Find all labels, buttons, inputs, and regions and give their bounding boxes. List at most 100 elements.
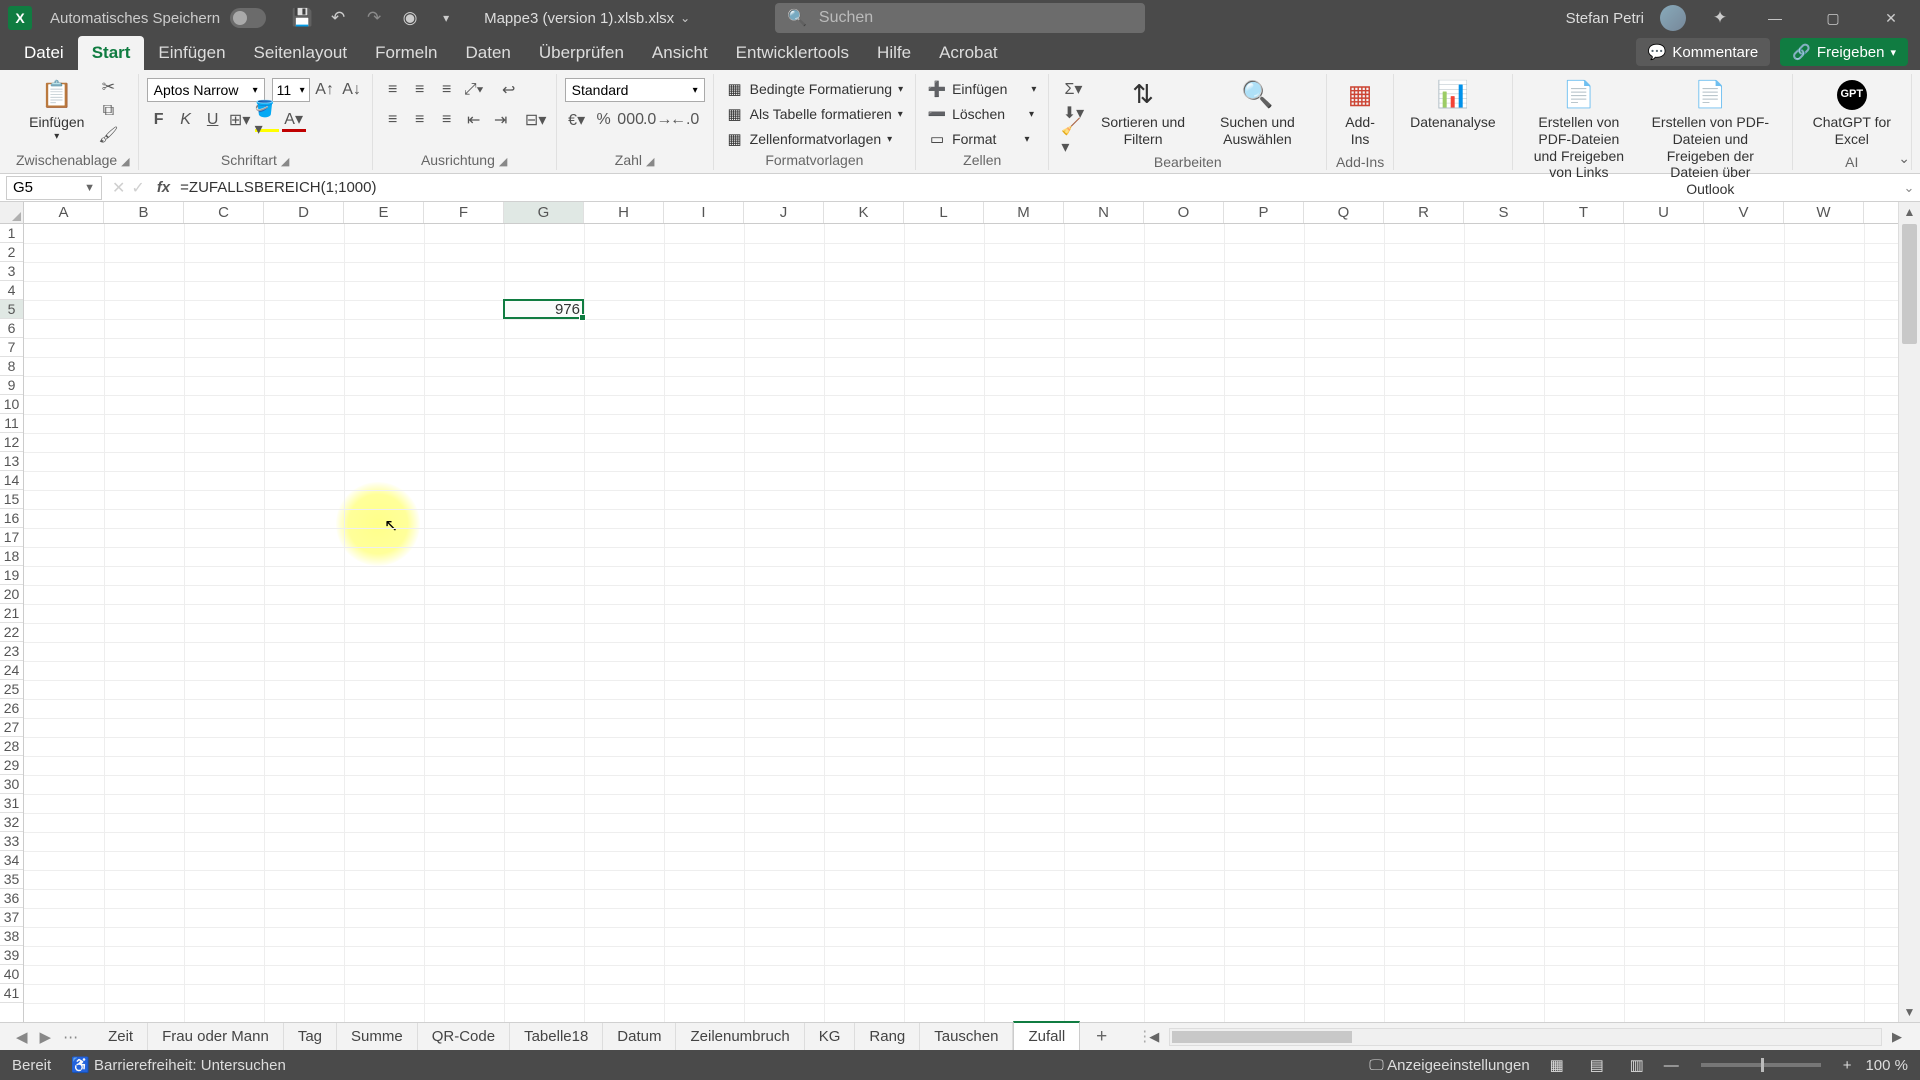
- minimize-button[interactable]: —: [1754, 0, 1796, 36]
- tab-ansicht[interactable]: Ansicht: [638, 36, 722, 70]
- italic-button[interactable]: K: [174, 108, 198, 132]
- align-center-icon[interactable]: ≡: [408, 108, 432, 132]
- decrease-decimal-icon[interactable]: ←.0: [673, 108, 697, 132]
- expand-formula-icon[interactable]: ⌄: [1898, 180, 1920, 196]
- sheet-tab[interactable]: Zeit: [94, 1023, 148, 1050]
- comments-button[interactable]: 💬Kommentare: [1636, 38, 1771, 66]
- clear-icon[interactable]: 🧹▾: [1061, 126, 1085, 148]
- align-left-icon[interactable]: ≡: [381, 108, 405, 132]
- column-header[interactable]: P: [1224, 202, 1304, 223]
- find-select-button[interactable]: 🔍Suchen und Auswählen: [1197, 74, 1318, 152]
- addins-button[interactable]: ▦Add-Ins: [1335, 74, 1385, 152]
- row-header[interactable]: 28: [0, 737, 23, 756]
- row-header[interactable]: 37: [0, 908, 23, 927]
- name-box[interactable]: G5▼: [6, 176, 102, 200]
- column-header[interactable]: V: [1704, 202, 1784, 223]
- row-header[interactable]: 19: [0, 566, 23, 585]
- align-middle-icon[interactable]: ≡: [408, 78, 432, 102]
- align-right-icon[interactable]: ≡: [435, 108, 459, 132]
- horizontal-scroll-thumb[interactable]: [1172, 1031, 1352, 1043]
- column-header[interactable]: K: [824, 202, 904, 223]
- column-header[interactable]: O: [1144, 202, 1224, 223]
- column-header[interactable]: C: [184, 202, 264, 223]
- align-bottom-icon[interactable]: ≡: [435, 78, 459, 102]
- column-header[interactable]: L: [904, 202, 984, 223]
- tab-formeln[interactable]: Formeln: [361, 36, 451, 70]
- sheet-tab[interactable]: Tauschen: [920, 1023, 1013, 1050]
- sheet-tab[interactable]: Zeilenumbruch: [676, 1023, 804, 1050]
- autosave-toggle[interactable]: [230, 8, 266, 28]
- close-button[interactable]: ✕: [1870, 0, 1912, 36]
- sheet-tab[interactable]: KG: [805, 1023, 856, 1050]
- redo-icon[interactable]: ↷: [362, 6, 386, 30]
- horizontal-scrollbar[interactable]: [1169, 1028, 1882, 1046]
- row-header[interactable]: 36: [0, 889, 23, 908]
- sheet-tab[interactable]: Datum: [603, 1023, 676, 1050]
- align-top-icon[interactable]: ≡: [381, 78, 405, 102]
- add-sheet-button[interactable]: +: [1080, 1026, 1123, 1048]
- tab-split-handle[interactable]: ⋮: [1137, 1027, 1145, 1047]
- increase-decimal-icon[interactable]: .0→: [646, 108, 670, 132]
- share-button[interactable]: 🔗Freigeben▾: [1780, 38, 1908, 66]
- row-header[interactable]: 7: [0, 338, 23, 357]
- row-headers[interactable]: 1234567891011121314151617181920212223242…: [0, 224, 24, 1022]
- underline-button[interactable]: U: [201, 108, 225, 132]
- select-all-corner[interactable]: [0, 202, 24, 224]
- column-header[interactable]: W: [1784, 202, 1864, 223]
- pdf-share-outlook-button[interactable]: 📄Erstellen von PDF-Dateien und Freigeben…: [1637, 74, 1784, 202]
- row-header[interactable]: 33: [0, 832, 23, 851]
- copy-icon[interactable]: ⧉: [96, 100, 120, 122]
- row-header[interactable]: 40: [0, 965, 23, 984]
- row-header[interactable]: 16: [0, 509, 23, 528]
- row-header[interactable]: 34: [0, 851, 23, 870]
- maximize-button[interactable]: ▢: [1812, 0, 1854, 36]
- wrap-text-icon[interactable]: ↩: [497, 78, 521, 102]
- undo-icon[interactable]: ↶: [326, 6, 350, 30]
- sheet-tab[interactable]: Rang: [855, 1023, 920, 1050]
- sheet-tab[interactable]: Tag: [284, 1023, 337, 1050]
- insert-cells-button[interactable]: ➕Einfügen▾: [924, 78, 1040, 100]
- cells-area[interactable]: ↖ 976: [24, 224, 1898, 1022]
- row-header[interactable]: 12: [0, 433, 23, 452]
- accessibility-status[interactable]: ♿ Barrierefreiheit: Untersuchen: [71, 1056, 286, 1074]
- scroll-down-icon[interactable]: ▼: [1899, 1002, 1920, 1022]
- row-header[interactable]: 27: [0, 718, 23, 737]
- row-header[interactable]: 35: [0, 870, 23, 889]
- data-analysis-button[interactable]: 📊Datenanalyse: [1402, 74, 1504, 135]
- zoom-out-button[interactable]: —: [1664, 1057, 1679, 1074]
- tab-file[interactable]: Datei: [10, 36, 78, 70]
- column-header[interactable]: T: [1544, 202, 1624, 223]
- column-header[interactable]: J: [744, 202, 824, 223]
- column-header[interactable]: D: [264, 202, 344, 223]
- merge-icon[interactable]: ⊟▾: [524, 108, 548, 132]
- number-launcher-icon[interactable]: ◢: [646, 156, 654, 168]
- increase-font-icon[interactable]: A↑: [313, 78, 337, 102]
- row-header[interactable]: 20: [0, 585, 23, 604]
- sheet-tab[interactable]: Summe: [337, 1023, 418, 1050]
- row-header[interactable]: 21: [0, 604, 23, 623]
- worksheet-grid[interactable]: ABCDEFGHIJKLMNOPQRSTUVW 1234567891011121…: [0, 202, 1920, 1022]
- user-name[interactable]: Stefan Petri: [1566, 10, 1644, 27]
- column-headers[interactable]: ABCDEFGHIJKLMNOPQRSTUVW: [24, 202, 1898, 224]
- decrease-font-icon[interactable]: A↓: [340, 78, 364, 102]
- row-header[interactable]: 13: [0, 452, 23, 471]
- indent-increase-icon[interactable]: ⇥: [489, 108, 513, 132]
- sheet-next-icon[interactable]: ▶: [40, 1028, 52, 1046]
- sheet-all-icon[interactable]: ⋯: [63, 1028, 78, 1046]
- qat-customize-icon[interactable]: ▾: [434, 6, 458, 30]
- row-header[interactable]: 17: [0, 528, 23, 547]
- hscroll-left-icon[interactable]: ◀: [1145, 1029, 1163, 1045]
- row-header[interactable]: 39: [0, 946, 23, 965]
- row-header[interactable]: 2: [0, 243, 23, 262]
- collapse-ribbon-icon[interactable]: ⌄: [1898, 150, 1910, 167]
- cell-styles-button[interactable]: ▦Zellenformatvorlagen▾: [722, 128, 897, 150]
- row-header[interactable]: 26: [0, 699, 23, 718]
- sheet-prev-icon[interactable]: ◀: [16, 1028, 28, 1046]
- filename-chevron-icon[interactable]: ⌄: [680, 11, 690, 25]
- align-launcher-icon[interactable]: ◢: [499, 156, 507, 168]
- row-header[interactable]: 23: [0, 642, 23, 661]
- page-break-view-icon[interactable]: ▥: [1624, 1054, 1650, 1076]
- sheet-tab[interactable]: Tabelle18: [510, 1023, 603, 1050]
- row-header[interactable]: 4: [0, 281, 23, 300]
- format-as-table-button[interactable]: ▦Als Tabelle formatieren▾: [722, 103, 907, 125]
